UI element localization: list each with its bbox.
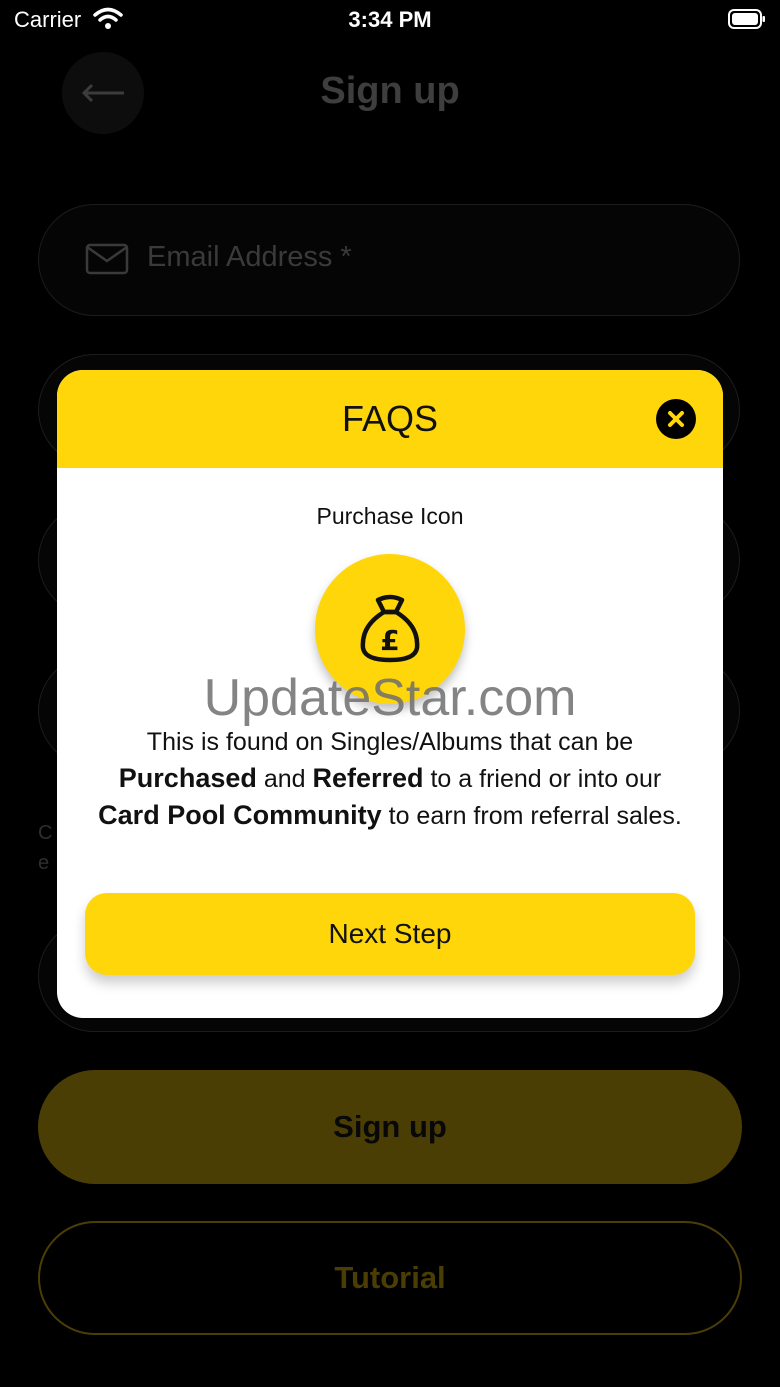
svg-text:£: £ (380, 624, 399, 657)
email-placeholder: Email Address * (147, 241, 352, 273)
tutorial-button-label: Tutorial (334, 1260, 446, 1295)
watermark: UpdateStar.com (203, 669, 577, 727)
mail-icon (85, 243, 129, 275)
desc-text-and: and (263, 765, 306, 793)
desc-bold-purchased: Purchased (118, 763, 257, 793)
modal-header: FAQS (57, 370, 723, 468)
page-title: Sign up (320, 70, 460, 112)
desc-text-3: to earn from referral sales. (388, 802, 682, 830)
desc-text-1: This is found on Singles/Albums that can… (146, 728, 634, 756)
faq-description: This is found on Singles/Albums that can… (79, 724, 701, 834)
desc-bold-card-pool: Card Pool Community (98, 800, 382, 830)
desc-text-2: to a friend or into our (430, 765, 662, 793)
tutorial-button[interactable]: Tutorial (38, 1221, 742, 1335)
desc-bold-referred: Referred (312, 763, 424, 793)
signup-button[interactable]: Sign up (38, 1070, 742, 1184)
signup-button-label: Sign up (333, 1109, 447, 1144)
close-icon (668, 411, 684, 427)
email-field[interactable]: Email Address * (38, 204, 740, 316)
modal-title: FAQS (341, 398, 439, 439)
next-step-label: Next Step (328, 918, 452, 949)
next-step-button[interactable]: Next Step (85, 893, 695, 975)
terms-text: C e (38, 822, 53, 874)
close-button[interactable] (656, 399, 696, 439)
icon-label: Purchase Icon (316, 503, 464, 529)
money-bag-icon: £ (360, 594, 420, 663)
